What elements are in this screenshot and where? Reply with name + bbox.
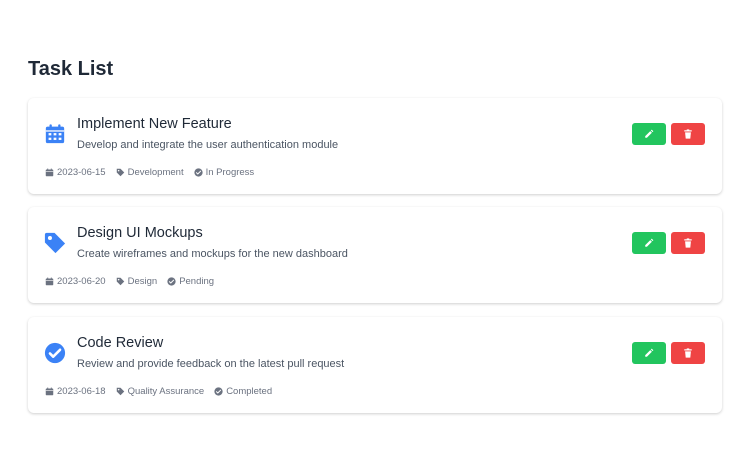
task-date: 2023-06-18 [45,386,106,397]
task-status: Completed [214,386,272,397]
check-circle-small-icon [167,277,176,286]
task-category-text: Quality Assurance [127,386,205,397]
delete-button[interactable] [671,342,705,364]
task-meta: 2023-06-18 Quality Assurance Completed [45,386,282,397]
calendar-small-icon [45,168,54,177]
edit-button[interactable] [632,123,666,145]
tag-small-icon [116,387,124,396]
task-actions [632,123,705,145]
task-status-text: Completed [226,386,273,397]
task-status-text: Pending [179,276,215,287]
edit-button[interactable] [632,232,666,254]
task-title: Implement New Feature [77,116,232,132]
check-circle-small-icon [193,168,203,177]
delete-button[interactable] [671,123,705,145]
edit-icon [645,238,654,247]
task-date-text: 2023-06-15 [57,167,106,178]
task-status: Pending [167,276,214,287]
task-description: Develop and integrate the user authentic… [77,139,339,151]
edit-button[interactable] [632,342,666,364]
task-category-text: Design [127,276,158,287]
page-title: Task List [28,58,114,80]
delete-button[interactable] [671,232,705,254]
tag-icon [44,232,66,254]
task-status: In Progress [193,167,255,178]
task-title: Design UI Mockups [77,225,203,241]
tag-small-icon [116,277,124,286]
trash-icon [684,129,692,139]
task-category: Quality Assurance [116,386,205,397]
task-category: Development [116,167,184,178]
task-meta: 2023-06-20 Design Pending [45,276,224,287]
task-actions [632,232,705,254]
calendar-small-icon [45,277,54,286]
edit-icon [645,129,654,138]
calendar-icon [44,123,66,145]
task-date: 2023-06-15 [45,167,106,178]
task-title: Code Review [77,335,164,351]
trash-icon [684,348,692,358]
check-circle-small-icon [214,387,223,396]
task-description: Review and provide feedback on the lates… [77,358,345,370]
task-description: Create wireframes and mockups for the ne… [77,248,348,260]
tag-small-icon [116,168,124,177]
task-meta: 2023-06-15 Development In Progress [45,167,264,178]
task-category-text: Development [127,167,184,178]
task-date: 2023-06-20 [45,276,106,287]
task-card: Code Review Review and provide feedback … [28,317,722,413]
task-category: Design [116,276,158,287]
task-actions [632,342,705,364]
edit-icon [645,348,654,357]
calendar-small-icon [45,387,54,396]
trash-icon [684,238,692,248]
task-card: Design UI Mockups Create wireframes and … [28,207,722,303]
task-card: Implement New Feature Develop and integr… [28,98,722,194]
check-circle-icon [44,342,66,364]
task-date-text: 2023-06-20 [57,276,106,287]
task-status-text: In Progress [205,167,255,178]
task-list-page: Task List Implement New Feature Develop … [0,0,750,469]
task-date-text: 2023-06-18 [57,386,106,397]
